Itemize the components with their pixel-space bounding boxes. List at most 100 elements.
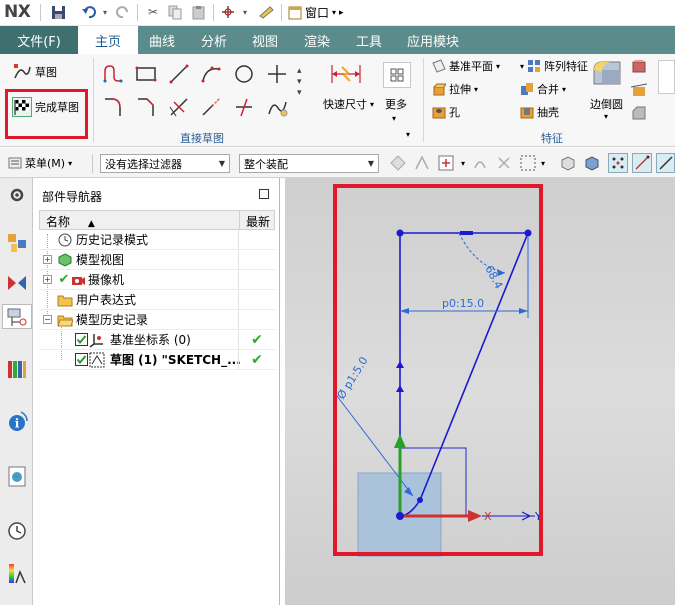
column-latest[interactable]: 最新	[246, 213, 270, 230]
tree-row-model-history[interactable]: − 模型历史记录	[39, 310, 275, 330]
tab-view[interactable]: 视图	[243, 26, 287, 54]
rectangle-tool-icon[interactable]	[135, 63, 157, 85]
graphics-window[interactable]: 68.4 p0:15.0 Ø p1:5.0 X Y	[285, 178, 675, 605]
quick-dimension-button[interactable]: 快速尺寸 ▾	[323, 96, 374, 112]
tree-row-sketch[interactable]: 草图 (1) "SKETCH_... ✔	[39, 350, 275, 370]
chevron-down-icon[interactable]: ▾	[458, 153, 468, 173]
column-name[interactable]: 名称 ▲	[46, 213, 95, 230]
expand-toggle[interactable]: +	[43, 255, 52, 264]
edge-blend-icon[interactable]	[590, 58, 624, 92]
cut-icon[interactable]: ✂	[145, 4, 161, 20]
snap-grid-icon[interactable]	[608, 153, 628, 173]
arc-tool-icon[interactable]	[200, 63, 222, 85]
tab-home[interactable]: 主页	[78, 26, 138, 54]
touch-mode-icon[interactable]	[220, 4, 236, 20]
chamfer-feature-icon[interactable]	[630, 104, 648, 122]
unite-button[interactable]: 合并 ▾	[520, 81, 566, 97]
point-tool-icon[interactable]	[266, 63, 288, 85]
help-info-icon[interactable]: i	[4, 408, 29, 433]
quick-trim-icon[interactable]	[168, 96, 190, 118]
shell-button[interactable]: 抽壳	[520, 104, 559, 120]
hole-button[interactable]: 孔	[432, 104, 460, 120]
tab-curve[interactable]: 曲线	[140, 26, 184, 54]
save-icon[interactable]	[50, 4, 66, 20]
sketch-point[interactable]	[396, 229, 404, 237]
tab-analysis[interactable]: 分析	[192, 26, 236, 54]
circle-tool-icon[interactable]	[233, 63, 255, 85]
undo-icon[interactable]	[80, 4, 96, 20]
tree-row-user-expressions[interactable]: 用户表达式	[39, 290, 275, 310]
quick-extend-icon[interactable]	[200, 96, 222, 118]
draft-icon[interactable]	[630, 58, 648, 76]
finish-sketch-button[interactable]: 完成草图	[12, 97, 79, 117]
settings-gear-icon[interactable]	[4, 182, 29, 207]
angle-dimension-label[interactable]: 68.4	[482, 263, 505, 291]
pattern-feature-button[interactable]: ▾ 阵列特征	[520, 58, 588, 74]
group-options-icon[interactable]: ▾	[406, 130, 410, 139]
type-filter-dropdown[interactable]: 没有选择过滤器 ▼	[100, 154, 230, 173]
selection-icon-1[interactable]	[388, 153, 408, 173]
tree-row-camera[interactable]: + ✔ 摄像机	[39, 270, 275, 290]
snap-endpoint-icon[interactable]	[632, 153, 652, 173]
tab-application[interactable]: 应用模块	[400, 26, 466, 54]
diameter-dimension-label[interactable]: Ø p1:5.0	[335, 355, 371, 402]
redo-icon[interactable]	[115, 4, 131, 20]
line-tool-icon[interactable]	[168, 63, 190, 85]
tab-render[interactable]: 渲染	[295, 26, 339, 54]
fillet-tool-icon[interactable]	[102, 96, 124, 118]
snap-midpoint-icon[interactable]	[656, 153, 675, 173]
checkbox-checked-icon[interactable]	[73, 352, 89, 368]
quick-dimension-icon[interactable]	[325, 60, 367, 88]
selection-icon-4[interactable]	[494, 153, 514, 173]
reuse-library-icon[interactable]	[4, 356, 29, 381]
chevron-down-icon[interactable]: ▾	[538, 153, 548, 173]
maximize-icon[interactable]	[259, 189, 269, 199]
ribbon-overflow-button[interactable]	[658, 60, 675, 94]
copy-icon[interactable]	[167, 4, 183, 20]
tree-row-history-mode[interactable]: 历史记录模式	[39, 230, 275, 250]
selection-icon-2[interactable]	[412, 153, 432, 173]
snap-point-icon[interactable]	[436, 153, 456, 173]
make-corner-icon[interactable]	[233, 96, 255, 118]
studio-spline-icon[interactable]	[266, 96, 288, 118]
assembly-navigator-icon[interactable]	[4, 230, 29, 255]
sketch-canvas[interactable]: 68.4 p0:15.0 Ø p1:5.0 X Y	[285, 178, 675, 605]
gallery-scroll-icon[interactable]: ▴ ▾ ▾	[297, 66, 302, 99]
face-select-icon[interactable]	[582, 153, 602, 173]
tree-row-datum-csys[interactable]: 基准坐标系 (0) ✔	[39, 330, 275, 350]
profile-tool-icon[interactable]	[102, 63, 124, 85]
part-navigator-icon[interactable]	[2, 304, 32, 329]
sketch-diagonal-line[interactable]	[419, 232, 529, 501]
tree-row-model-views[interactable]: + 模型视图	[39, 250, 275, 270]
edge-blend-button[interactable]: 边倒圆	[590, 96, 623, 112]
more-button[interactable]: 更多	[385, 96, 407, 112]
system-materials-icon[interactable]	[4, 560, 29, 585]
checkbox-checked-icon[interactable]	[73, 332, 89, 348]
expand-toggle[interactable]: +	[43, 275, 52, 284]
more-icon[interactable]	[383, 62, 411, 88]
sketch-button[interactable]: 草图	[12, 62, 57, 82]
menu-button[interactable]: 菜单(M) ▾	[8, 155, 72, 171]
web-browser-icon[interactable]	[4, 463, 29, 488]
collapse-toggle[interactable]: −	[43, 315, 52, 324]
body-select-icon[interactable]	[558, 153, 578, 173]
selection-scope-dropdown[interactable]: 整个装配 ▼	[239, 154, 379, 173]
chevron-down-icon[interactable]: ▾	[604, 112, 608, 121]
repeat-command-icon[interactable]	[258, 4, 274, 20]
constraint-navigator-icon[interactable]	[4, 270, 29, 295]
sketch-point[interactable]	[524, 229, 532, 237]
selection-icon-3[interactable]	[470, 153, 490, 173]
horizontal-dimension-label[interactable]: p0:15.0	[442, 297, 484, 310]
tab-file[interactable]: 文件(F)	[0, 26, 78, 54]
rectangle-select-icon[interactable]	[518, 153, 538, 173]
touch-dropdown-icon[interactable]: ▾	[237, 4, 253, 20]
history-clock-icon[interactable]	[4, 518, 29, 543]
sketch-point[interactable]	[417, 497, 423, 503]
chamfer-tool-icon[interactable]	[135, 96, 157, 118]
window-menu[interactable]: 窗口 ▾ ▸	[288, 3, 344, 22]
tab-tools[interactable]: 工具	[347, 26, 391, 54]
undo-dropdown-icon[interactable]: ▾	[97, 4, 113, 20]
trim-body-icon[interactable]	[630, 81, 648, 99]
datum-plane-button[interactable]: 基准平面 ▾	[432, 58, 500, 74]
origin-point[interactable]	[396, 512, 404, 520]
